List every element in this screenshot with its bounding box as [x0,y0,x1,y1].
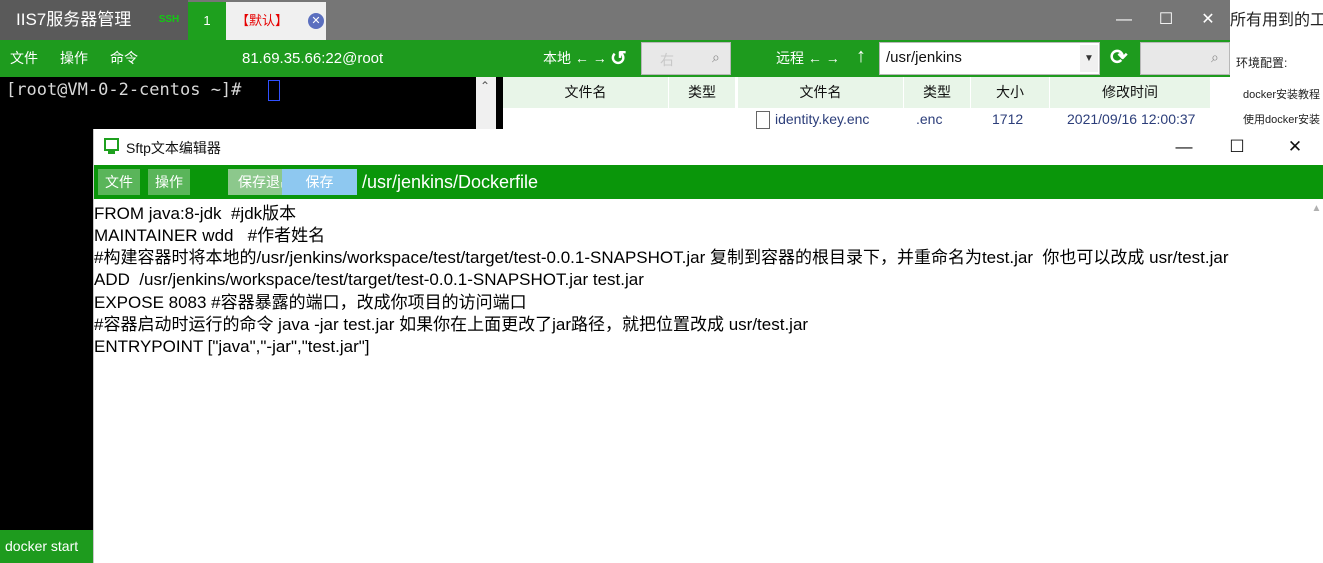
file-modified: 2021/09/16 12:00:37 [1067,111,1196,127]
tab-default-label: 【默认】 [236,13,289,28]
file-name: identity.key.enc [775,111,870,127]
editor-minimize-button[interactable]: — [1164,133,1204,161]
code-line-5: EXPOSE 8083 #容器暴露的端口，改成你项目的访问端口 [94,293,527,312]
app-title: IIS7服务器管理 [0,0,150,40]
menu-file[interactable]: 文件 [10,40,38,77]
tab-close-icon[interactable]: ✕ [308,13,324,29]
main-toolbar: 文件 操作 命令 81.69.35.66:22@root 本地 ← → ↺ 右 … [0,40,1230,77]
editor-text-area[interactable]: FROM java:8-jdk #jdk版本 MAINTAINER wdd #作… [94,203,1309,563]
editor-close-button[interactable]: ✕ [1275,133,1315,161]
scroll-up-arrow-icon[interactable]: ⌃ [480,79,490,93]
terminal-prompt: [root@VM-0-2-centos ~]# [6,80,252,100]
file-type: .enc [916,111,943,127]
menu-command[interactable]: 命令 [110,40,138,77]
remote-nav-label[interactable]: 远程 ← → [776,40,840,77]
editor-toolbar: 文件 操作 保存退出 保存 /usr/jenkins/Dockerfile [94,165,1323,199]
local-refresh-icon[interactable]: ↺ [610,46,627,71]
table-row[interactable]: identity.key.enc .enc 1712 2021/09/16 12… [738,108,1230,129]
side-env-label: 环境配置: [1236,56,1288,70]
editor-maximize-button[interactable]: ☐ [1217,133,1257,161]
editor-file-path: /usr/jenkins/Dockerfile [362,172,539,192]
save-button[interactable]: 保存 [282,169,357,195]
remote-path-select[interactable]: /usr/jenkins ▼ [879,42,1100,75]
tab-1[interactable]: 1 [188,2,226,40]
editor-scroll-up-icon[interactable]: ▲ [1309,203,1323,217]
ssh-tag: SSH [150,0,188,40]
local-col-filename[interactable]: 文件名 [503,77,669,108]
monitor-icon [104,138,119,151]
side-link-docker-install[interactable]: docker安装教程 [1243,86,1323,102]
chevron-down-icon[interactable]: ▼ [1080,45,1098,72]
remote-col-size[interactable]: 大小 [971,77,1050,108]
host-address: 81.69.35.66:22@root [242,50,384,67]
editor-menu-ops[interactable]: 操作 [148,169,190,195]
editor-titlebar: Sftp文本编辑器 — ☐ ✕ [94,129,1323,165]
search-icon: ⌕ [712,49,720,65]
code-line-1: FROM java:8-jdk #jdk版本 [94,204,297,223]
editor-title: Sftp文本编辑器 [126,140,221,156]
remote-search-input[interactable]: ⌕ [1140,42,1230,75]
code-line-2: MAINTAINER wdd #作者姓名 [94,226,326,245]
code-line-7: ENTRYPOINT ["java","-jar","test.jar"] [94,337,370,356]
remote-path-value: /usr/jenkins [886,49,962,66]
tab-default[interactable]: 【默认】 ✕ [226,2,326,40]
side-link-docker-use[interactable]: 使用docker安装 [1243,111,1323,127]
search-icon: ⌕ [1211,49,1219,65]
pane-divider[interactable] [497,77,503,129]
remote-col-type[interactable]: 类型 [904,77,971,108]
local-nav-label[interactable]: 本地 ← → [543,40,607,77]
file-size: 1712 [992,111,1024,127]
terminal-statusbar: docker start [0,530,93,563]
local-search-placeholder: 右 [660,52,674,68]
minimize-button[interactable]: — [1104,0,1144,40]
file-icon [756,111,770,129]
remote-file-pane[interactable]: 文件名 类型 大小 修改时间 identity.key.enc .enc 171… [738,77,1230,129]
close-button[interactable]: ✕ [1188,0,1228,40]
code-line-6: #容器启动时运行的命令 java -jar test.jar 如果你在上面更改了… [94,315,809,334]
local-col-type[interactable]: 类型 [669,77,736,108]
terminal-cursor [268,80,280,101]
editor-menu-file[interactable]: 文件 [98,169,140,195]
local-search-input[interactable]: 右 ⌕ [641,42,731,75]
sftp-editor-window: Sftp文本编辑器 — ☐ ✕ 文件 操作 保存退出 保存 /usr/jenki… [93,129,1323,563]
maximize-button[interactable]: ☐ [1146,0,1186,40]
side-heading: 所有用到的工 [1230,12,1323,29]
remote-col-filename[interactable]: 文件名 [738,77,904,108]
remote-col-modified[interactable]: 修改时间 [1050,77,1211,108]
code-line-3: #构建容器时将本地的/usr/jenkins/workspace/test/ta… [94,248,1229,267]
menu-operations[interactable]: 操作 [60,40,88,77]
code-line-4: ADD /usr/jenkins/workspace/test/target/t… [94,270,644,289]
remote-up-icon[interactable]: ↑ [856,45,866,68]
local-file-pane[interactable]: 文件名 类型 [503,77,736,129]
terminal-status-text: docker start [5,538,79,554]
monitor-icon-stand [108,151,115,154]
remote-refresh-icon[interactable]: ⟳ [1110,45,1128,70]
